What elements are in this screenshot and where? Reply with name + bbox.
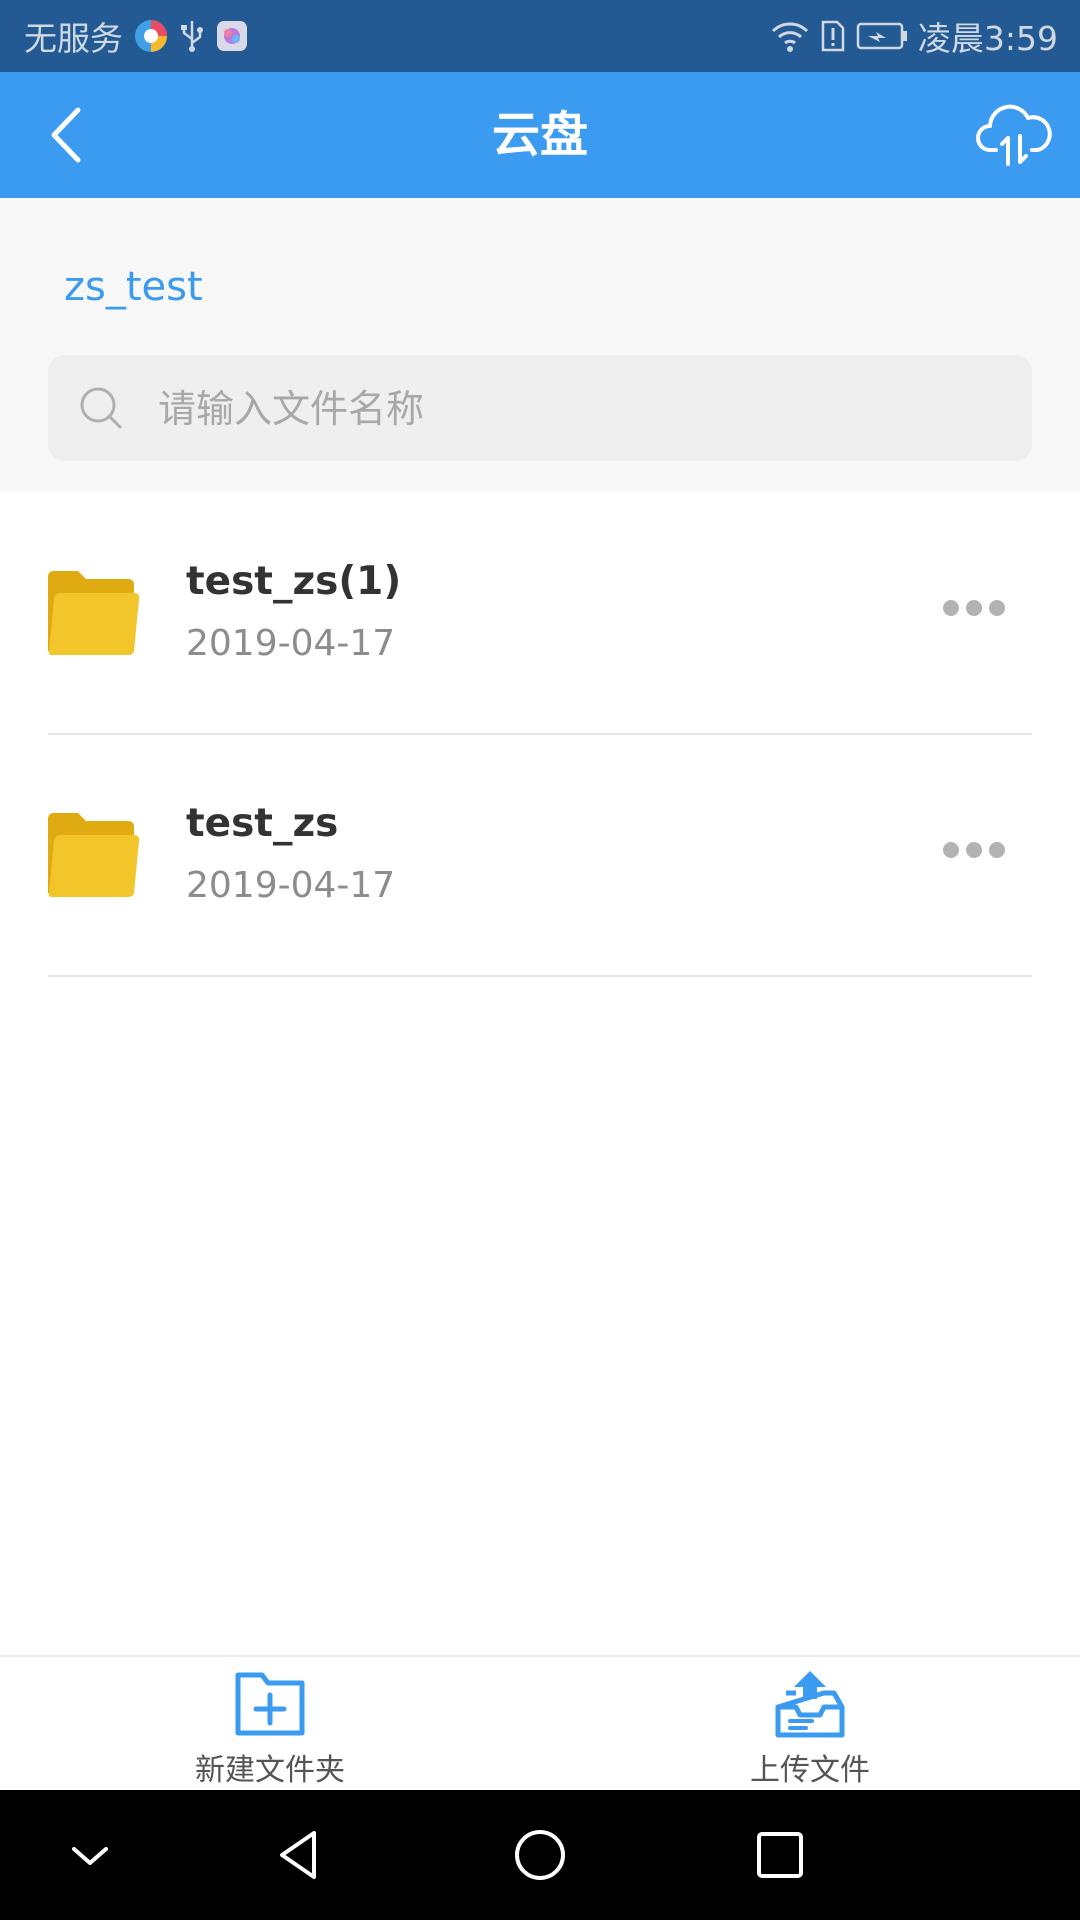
file-date: 2019-04-17 — [186, 623, 396, 664]
more-options-icon[interactable] — [942, 839, 1006, 861]
file-name: test_zs — [186, 801, 339, 846]
status-right: 凌晨3:59 — [770, 12, 1058, 60]
usb-icon — [179, 19, 205, 53]
new-folder-icon — [235, 1672, 305, 1736]
browser-app-icon — [133, 18, 169, 54]
file-name: test_zs(1) — [186, 559, 402, 604]
upload-file-button[interactable]: 上传文件 — [540, 1657, 1080, 1792]
more-options-icon[interactable] — [942, 597, 1006, 619]
chevron-down-icon[interactable] — [60, 1825, 120, 1885]
folder-icon — [48, 571, 140, 655]
breadcrumb-current-folder[interactable]: zs_test — [64, 264, 203, 310]
header-area: zs_test — [0, 198, 1080, 493]
status-bar: 无服务 凌晨3:59 — [0, 0, 1080, 72]
status-left: 无服务 — [24, 12, 249, 60]
folder-icon — [48, 813, 140, 897]
upload-file-icon — [775, 1671, 845, 1738]
back-triangle-icon[interactable] — [270, 1825, 330, 1885]
app-notification-icon — [215, 19, 249, 53]
recents-square-icon[interactable] — [750, 1825, 810, 1885]
new-folder-button[interactable]: 新建文件夹 — [0, 1657, 540, 1792]
sim-alert-icon — [820, 19, 846, 53]
upload-file-label: 上传文件 — [750, 1753, 870, 1788]
file-row[interactable]: test_zs(1) 2019-04-17 — [48, 493, 1032, 735]
carrier-label: 无服务 — [24, 19, 123, 58]
clock: 凌晨3:59 — [917, 19, 1058, 58]
file-list: test_zs(1) 2019-04-17 test_zs 2019-04-17 — [0, 493, 1080, 977]
file-row[interactable]: test_zs 2019-04-17 — [48, 735, 1032, 977]
app-bar: 云盘 — [0, 72, 1080, 198]
cloud-transfer-button[interactable] — [976, 100, 1052, 170]
bottom-action-bar: 新建文件夹 上传文件 — [0, 1655, 1080, 1792]
battery-charging-icon — [856, 21, 908, 51]
file-date: 2019-04-17 — [186, 865, 396, 906]
cloud-transfer-icon — [976, 104, 1052, 166]
wifi-icon — [770, 19, 810, 53]
system-nav-bar — [0, 1790, 1080, 1920]
search-icon — [80, 387, 122, 429]
search-input[interactable] — [156, 355, 1012, 463]
search-bar[interactable] — [48, 355, 1032, 463]
page-title: 云盘 — [491, 107, 588, 163]
home-circle-icon[interactable] — [510, 1825, 570, 1885]
new-folder-label: 新建文件夹 — [195, 1753, 345, 1788]
